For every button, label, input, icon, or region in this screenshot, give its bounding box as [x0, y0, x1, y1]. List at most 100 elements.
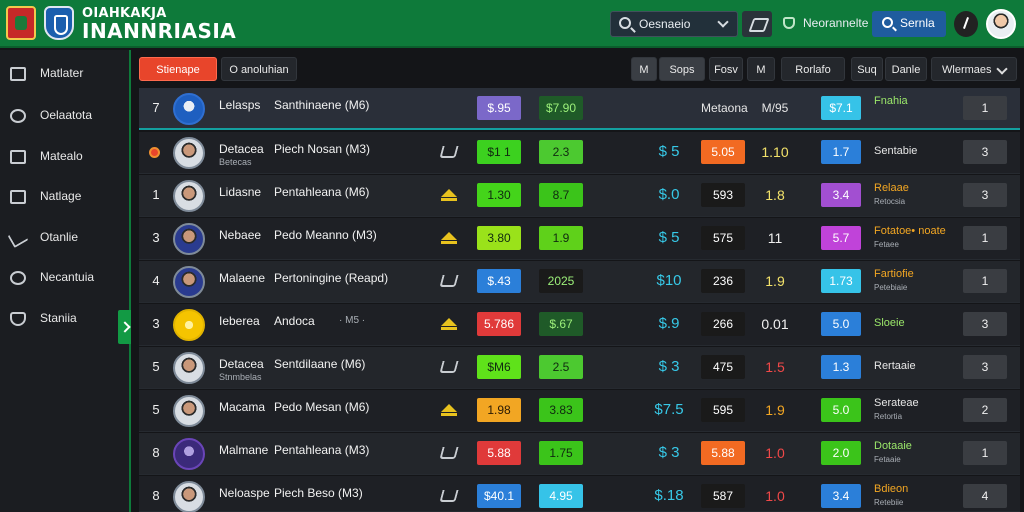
- league-badge[interactable]: Neorannelte: [783, 11, 868, 37]
- search-dropdown[interactable]: Oesnaeio: [610, 11, 738, 37]
- player-full-name: Andoca: [274, 314, 315, 328]
- sidebar-collapse-handle[interactable]: [118, 310, 131, 344]
- sidebar-item-7[interactable]: Staniia: [0, 299, 129, 339]
- player-full-name: Santhinaene (M6): [274, 98, 370, 112]
- crown-icon[interactable]: [441, 318, 457, 330]
- filter-button-fosv[interactable]: Fosv: [709, 57, 743, 81]
- chevron-down-icon[interactable]: [439, 102, 458, 114]
- crown-icon[interactable]: [439, 490, 459, 502]
- stat-chip-2: 4.95: [539, 484, 583, 508]
- stat-chip-6: 3.4: [821, 183, 861, 207]
- row-count-badge[interactable]: 2: [963, 398, 1007, 422]
- stat-chip-2: 8.7: [539, 183, 583, 207]
- sort-dropdown[interactable]: Wlermaes: [931, 57, 1017, 81]
- status-subtext: Petebiaie: [874, 283, 908, 292]
- row-count-badge[interactable]: 3: [963, 183, 1007, 207]
- sidebar-item-4[interactable]: Natlage: [0, 177, 129, 217]
- crown-icon[interactable]: [439, 447, 459, 459]
- crown-icon[interactable]: [441, 232, 457, 244]
- row-count-badge[interactable]: 3: [963, 312, 1007, 336]
- shield-icon: [783, 17, 795, 29]
- sidebar-item-label: Matealo: [40, 149, 83, 163]
- filter-button-m[interactable]: M: [747, 57, 775, 81]
- stat-chip-1: 1.98: [477, 398, 521, 422]
- player-avatar: [173, 266, 205, 298]
- filter-toggle-sops[interactable]: Sops: [659, 57, 705, 81]
- player-short-name: Detacea: [219, 142, 264, 156]
- more-icon[interactable]: [954, 11, 978, 37]
- rank-number: 4: [152, 273, 160, 288]
- row-count-badge[interactable]: 3: [963, 355, 1007, 379]
- flag-icon[interactable]: [6, 6, 36, 40]
- status-text: Fartiofie: [874, 268, 914, 280]
- filter-button-primary[interactable]: Stienape: [139, 57, 217, 81]
- stat-chip-4: 236: [701, 269, 745, 293]
- stat-chip-1: $M6: [477, 355, 521, 379]
- crown-icon[interactable]: [441, 404, 457, 416]
- stat-value-3: $ 5: [658, 143, 680, 160]
- status-text: Dotaaie: [874, 440, 912, 452]
- stat-chip-2: $.67: [539, 312, 583, 336]
- filter-button-suq[interactable]: Suq: [851, 57, 883, 81]
- table-row[interactable]: 8 Malmane Pentahleana (M3) 5.88 1.75 $ 3…: [139, 433, 1020, 475]
- crown-icon[interactable]: [441, 189, 457, 201]
- sidebar-item-2[interactable]: Oelaatota: [0, 96, 129, 136]
- stat-value-5: 1.9: [765, 402, 785, 418]
- sidebar-item-6[interactable]: Necantuia: [0, 258, 129, 298]
- stat-chip-6: 2.0: [821, 441, 861, 465]
- crown-icon[interactable]: [439, 275, 459, 287]
- filter-toggle-m[interactable]: M: [631, 57, 657, 81]
- table-row[interactable]: 3 Nebaee Pedo Meanno (M3) 3.80 1.9 $ 5 5…: [139, 218, 1020, 260]
- stat-chip-4: Metaona: [701, 101, 748, 115]
- row-count-badge[interactable]: 1: [963, 96, 1007, 120]
- table-row[interactable]: 5 Macama Pedo Mesan (M6) 1.98 3.83 $7.5 …: [139, 390, 1020, 432]
- stat-chip-6: 5.0: [821, 312, 861, 336]
- rank-number: 7: [152, 100, 160, 115]
- stat-chip-2: 2025: [539, 269, 583, 293]
- crown-icon[interactable]: [439, 146, 459, 158]
- player-avatar: [173, 93, 205, 125]
- shield-logo-icon[interactable]: [44, 6, 74, 40]
- player-subtitle: Betecas: [219, 157, 252, 167]
- filter-button-rorlafo[interactable]: Rorlafo: [781, 57, 845, 81]
- stat-chip-1: 1.30: [477, 183, 521, 207]
- row-count-badge[interactable]: 1: [963, 226, 1007, 250]
- player-short-name: Macama: [219, 400, 266, 414]
- table-row[interactable]: 8 Neloaspe Piech Beso (M3) $40.1 4.95 $.…: [139, 476, 1020, 512]
- table-row[interactable]: Detacea Betecas Piech Nosan (M3) $1 1 2.…: [139, 132, 1020, 174]
- table-row[interactable]: 4 Malaene Pertoningine (Reapd) $.43 2025…: [139, 261, 1020, 303]
- filter-toolbar: Stienape O anoluhian M Sops Fosv M Rorla…: [133, 50, 1024, 88]
- row-count-badge[interactable]: 4: [963, 484, 1007, 508]
- row-count-badge[interactable]: 3: [963, 140, 1007, 164]
- stat-value-5: 1.10: [761, 144, 789, 160]
- status-subtext: Retortia: [874, 412, 903, 421]
- sidebar-item-label: Natlage: [40, 189, 82, 203]
- player-avatar: [173, 395, 205, 427]
- edit-button[interactable]: [742, 11, 772, 37]
- stat-chip-6: 3.4: [821, 484, 861, 508]
- stat-chip-1: 5.88: [477, 441, 521, 465]
- sidebar-item-5[interactable]: Otanlie: [0, 218, 129, 258]
- user-avatar[interactable]: [986, 9, 1016, 39]
- table-row[interactable]: 3 Ieberea Andoca · M5 · 5.786 $.67 $.9 2…: [139, 304, 1020, 346]
- table-row[interactable]: 1 Lidasne Pentahleana (M6) 1.30 8.7 $.0 …: [139, 175, 1020, 217]
- table-row[interactable]: 5 Detacea Stnmbelas Sentdilaane (M6) $M6…: [139, 347, 1020, 389]
- trend-icon: [7, 227, 29, 249]
- stat-chip-6: 5.7: [821, 226, 861, 250]
- table-row[interactable]: 7 Lelasps Santhinaene (M6) $.95 $7.90 Me…: [139, 88, 1020, 130]
- sidebar-item-3[interactable]: Matealo: [0, 137, 129, 177]
- player-full-name: Pentahleana (M3): [274, 443, 370, 457]
- row-count-badge[interactable]: 1: [963, 269, 1007, 293]
- filter-button-secondary[interactable]: O anoluhian: [221, 57, 297, 81]
- search-icon: [882, 17, 893, 28]
- row-count-badge[interactable]: 1: [963, 441, 1007, 465]
- search-button[interactable]: Sernla: [872, 11, 946, 37]
- crown-icon[interactable]: [439, 361, 459, 373]
- player-subtitle: Stnmbelas: [219, 372, 262, 382]
- sidebar-item-1[interactable]: Matlater: [0, 54, 129, 94]
- stat-value-3: $.9: [658, 315, 680, 332]
- filter-button-danle[interactable]: Danle: [885, 57, 927, 81]
- player-short-name: Lelasps: [219, 98, 261, 112]
- stat-chip-4: 5.05: [701, 140, 745, 164]
- stat-chip-1: 3.80: [477, 226, 521, 250]
